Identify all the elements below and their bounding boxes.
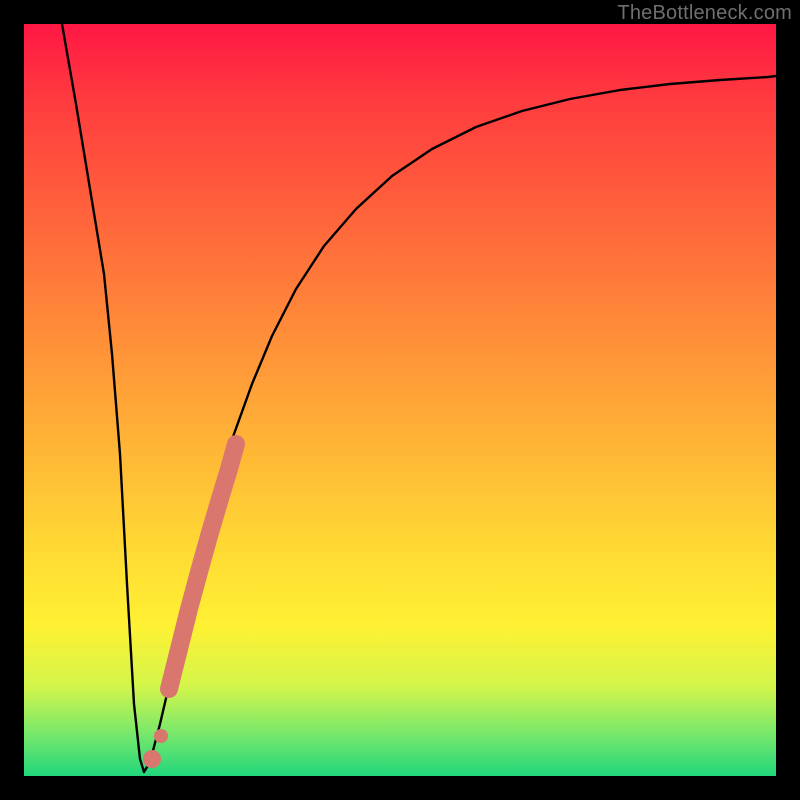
- watermark-text: TheBottleneck.com: [617, 2, 792, 25]
- chart-frame: TheBottleneck.com: [0, 0, 800, 800]
- highlight-dot-icon: [24, 24, 776, 776]
- bottleneck-curve: [24, 24, 776, 776]
- plot-area: [24, 24, 776, 776]
- highlight-segment: [24, 24, 776, 776]
